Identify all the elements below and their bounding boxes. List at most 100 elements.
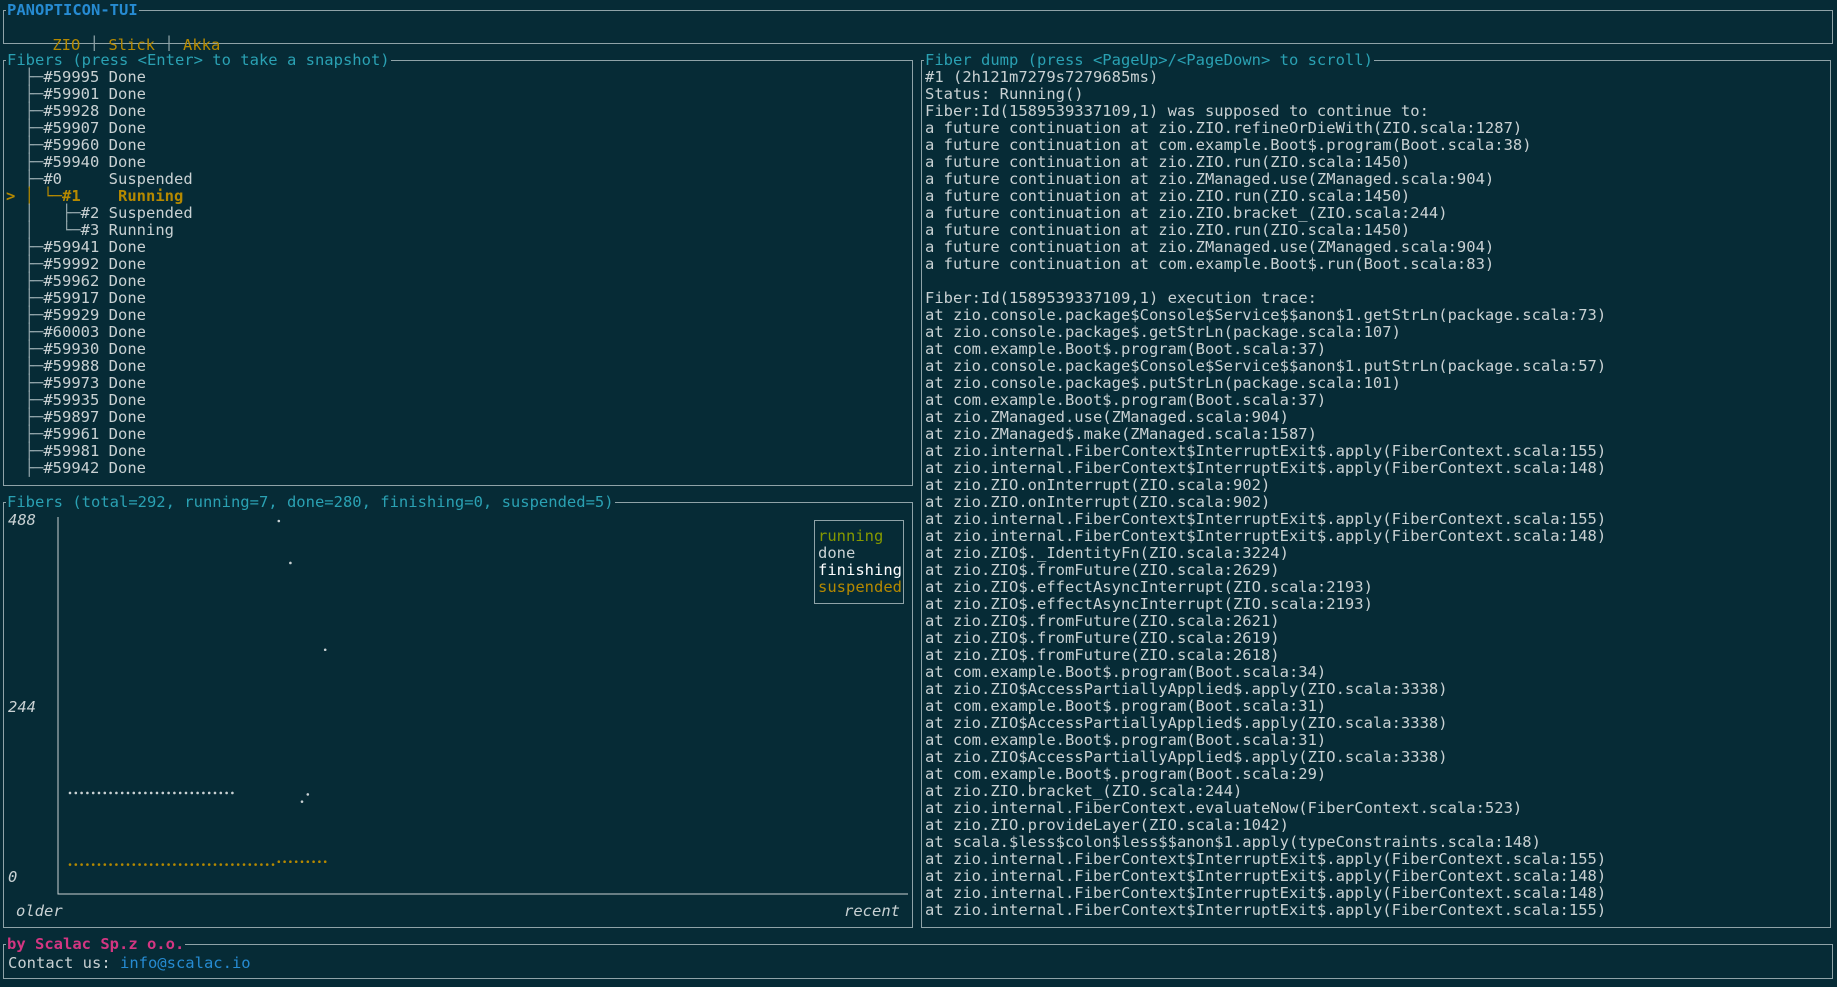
fiber-id: #3 (80, 221, 100, 239)
fiber-status: Done (108, 357, 146, 375)
fiber-row[interactable]: > │ └─#1 Running (6, 188, 193, 205)
legend-finishing: finishing (818, 561, 902, 579)
fiber-row[interactable]: ├─#60003 Done (6, 324, 193, 341)
chart-point-suspended (312, 860, 315, 864)
chart-point-done (207, 791, 211, 795)
fiber-row[interactable]: ├─#59907 Done (6, 120, 193, 137)
chart-point-done (68, 791, 72, 795)
fiber-row[interactable]: ├─#59941 Done (6, 239, 193, 256)
fiber-status: Done (108, 68, 146, 86)
fiber-id: #1 (62, 187, 109, 205)
fiber-row[interactable]: ├─#59897 Done (6, 409, 193, 426)
fiber-row[interactable]: ├─#0 Suspended (6, 171, 193, 188)
fiber-row[interactable]: ├─#59928 Done (6, 103, 193, 120)
chart-point-suspended (126, 863, 130, 866)
contact-line: Contact us: info@scalac.io (8, 954, 251, 972)
chart-point-suspended (91, 863, 95, 866)
fiber-id: #59988 (43, 357, 100, 375)
fiber-row[interactable]: ├─#59917 Done (6, 290, 193, 307)
fiber-row[interactable]: ├─#59935 Done (6, 392, 193, 409)
chart-point-suspended (225, 863, 228, 866)
tree-connector: ├─ (6, 68, 44, 86)
fiber-status: Done (108, 102, 146, 120)
fiber-status: Done (108, 289, 146, 307)
fiber-row[interactable]: ├─#59930 Done (6, 341, 193, 358)
chart-point-suspended (149, 863, 153, 866)
chart-point-suspended (283, 860, 286, 864)
fiber-id: #60003 (43, 323, 100, 341)
dump-line: at zio.console.package$.putStrLn(package… (925, 374, 1401, 392)
dump-line: a future continuation at zio.ZManaged.us… (925, 170, 1495, 188)
chart-point-done (161, 791, 165, 795)
fiber-row[interactable]: ├─#59942 Done (6, 460, 193, 477)
dump-line: Fiber:Id(1589539337109,1) execution trac… (925, 289, 1317, 307)
fiber-row[interactable]: ├─#59962 Done (6, 273, 193, 290)
dump-panel-title: Fiber dump (press <PageUp>/<PageDown> to… (924, 51, 1374, 69)
tree-connector: │ └─ (6, 221, 81, 239)
fiber-dump-panel[interactable]: Fiber dump (press <PageUp>/<PageDown> to… (921, 51, 1831, 928)
fiber-row[interactable]: ├─#59960 Done (6, 137, 193, 154)
legend-running: running (818, 527, 884, 545)
fiber-tree: ├─#59995 Done ├─#59901 Done ├─#59928 Don… (6, 69, 193, 477)
chart-point-suspended (242, 863, 246, 866)
fiber-row[interactable]: ├─#59981 Done (6, 443, 193, 460)
chart-legend: running done finishing suspended (814, 520, 904, 604)
fiber-row[interactable]: ├─#59992 Done (6, 256, 193, 273)
fiber-id: #59995 (43, 68, 100, 86)
chart-point-suspended (265, 863, 269, 866)
fiber-status: Done (108, 408, 146, 426)
fiber-status: Done (108, 255, 146, 273)
chart-point-done (323, 648, 327, 652)
dump-line: at zio.internal.FiberContext$InterruptEx… (925, 850, 1607, 868)
fiber-row[interactable]: │ └─#3 Running (6, 222, 193, 239)
chart-point-done (109, 791, 112, 795)
dump-line (925, 273, 1606, 290)
fiber-id: #59935 (43, 391, 100, 409)
chart-point-suspended (207, 863, 211, 866)
chart-point-done (86, 791, 89, 795)
contact-label: Contact us: (8, 954, 120, 972)
dump-line: at com.example.Boot$.program(Boot.scala:… (925, 697, 1327, 715)
fiber-id: #59973 (43, 374, 100, 392)
fiber-row[interactable]: ├─#59995 Done (6, 69, 193, 86)
chart-point-suspended (323, 860, 327, 864)
dump-line: a future continuation at com.example.Boo… (925, 136, 1532, 154)
dump-line: at zio.ZManaged.use(ZManaged.scala:904) (925, 408, 1289, 426)
fiber-row[interactable]: ├─#59973 Done (6, 375, 193, 392)
dump-line: a future continuation at zio.ZIO.bracket… (925, 204, 1448, 222)
fiber-row[interactable]: ├─#59929 Done (6, 307, 193, 324)
fiber-id: #59940 (43, 153, 100, 171)
tree-connector: ├─ (6, 323, 44, 341)
tree-connector: ├─ (6, 85, 44, 103)
chart-point-suspended (271, 863, 275, 866)
legend-done: done (818, 544, 856, 562)
chart-point-suspended (306, 860, 310, 864)
chart-point-done (103, 791, 107, 795)
fiber-id: #0 (43, 170, 100, 188)
dump-line: at zio.console.package$Console$Service$$… (925, 306, 1607, 324)
chart-axes (57, 517, 908, 895)
fiber-row[interactable]: ├─#59988 Done (6, 358, 193, 375)
chart-point-suspended (173, 863, 176, 866)
fiber-row[interactable]: ├─#59901 Done (6, 86, 193, 103)
dump-line: at zio.internal.FiberContext$InterruptEx… (925, 442, 1607, 460)
dump-line: a future continuation at zio.ZIO.run(ZIO… (925, 187, 1411, 205)
dump-line: a future continuation at zio.ZIO.run(ZIO… (925, 153, 1411, 171)
chart-point-suspended (161, 863, 165, 866)
tree-connector: ├─ (6, 272, 44, 290)
fiber-row[interactable]: ├─#59961 Done (6, 426, 193, 443)
dump-line: at zio.console.package$Console$Service$$… (925, 357, 1607, 375)
dump-line: at zio.ZIO$AccessPartiallyApplied$.apply… (925, 680, 1448, 698)
dump-line: at zio.ZIO$AccessPartiallyApplied$.apply… (925, 748, 1448, 766)
chart-point-done (178, 791, 182, 795)
dump-line: at zio.ZIO.onInterrupt(ZIO.scala:902) (925, 476, 1271, 494)
chart-point-suspended (120, 863, 124, 866)
contact-email-link[interactable]: info@scalac.io (120, 954, 251, 972)
fiber-row[interactable]: ├─#59940 Done (6, 154, 193, 171)
tree-connector: ├─ (6, 374, 44, 392)
fiber-status: Done (108, 425, 146, 443)
fiber-status: Running (108, 221, 174, 239)
dump-line: at zio.ZIO$.effectAsyncInterrupt(ZIO.sca… (925, 578, 1373, 596)
tree-connector: ├─ (6, 102, 44, 120)
fiber-row[interactable]: │ ├─#2 Suspended (6, 205, 193, 222)
